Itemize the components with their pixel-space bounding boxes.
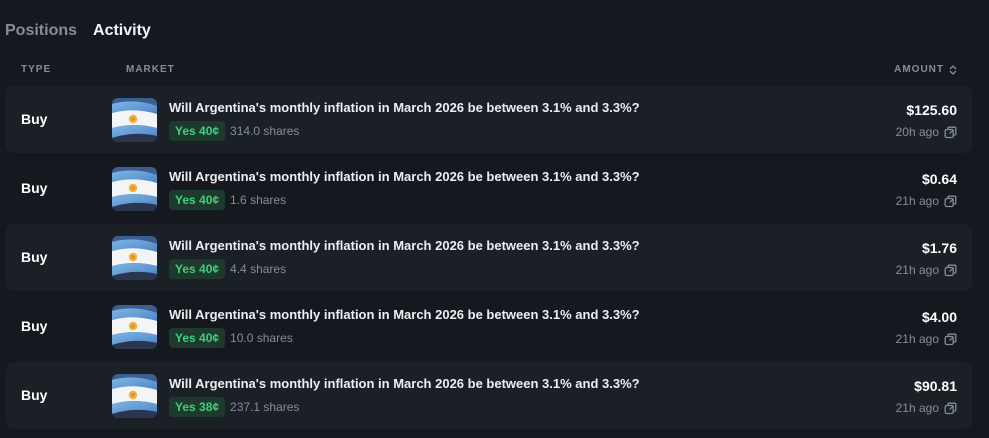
external-link-icon[interactable] (944, 126, 957, 139)
column-header-amount[interactable]: AMOUNT (894, 64, 958, 75)
argentina-flag-icon[interactable] (112, 167, 157, 211)
table-row[interactable]: Buy Will Argentina's monthly inflation i… (6, 155, 972, 222)
shares-count: 237.1 shares (230, 400, 300, 414)
row-type: Buy (21, 387, 48, 403)
shares-count: 4.4 shares (230, 262, 287, 276)
row-time: 21h ago (896, 263, 957, 277)
market-title[interactable]: Will Argentina's monthly inflation in Ma… (169, 169, 640, 184)
tab-bar: Positions Activity (5, 22, 151, 40)
row-meta: Yes 40¢ 4.4 shares (169, 259, 286, 279)
market-title[interactable]: Will Argentina's monthly inflation in Ma… (169, 376, 640, 391)
tab-activity[interactable]: Activity (93, 22, 151, 40)
timestamp: 21h ago (895, 401, 939, 415)
shares-count: 314.0 shares (230, 124, 300, 138)
row-meta: Yes 40¢ 1.6 shares (169, 190, 286, 210)
external-link-icon[interactable] (944, 333, 957, 346)
row-meta: Yes 40¢ 10.0 shares (169, 328, 293, 348)
row-time: 21h ago (896, 401, 957, 415)
row-type: Buy (21, 111, 48, 127)
timestamp: 21h ago (895, 332, 939, 346)
amount-value: $125.60 (906, 102, 957, 118)
argentina-flag-icon[interactable] (112, 374, 157, 418)
outcome-badge: Yes 40¢ (169, 121, 226, 141)
outcome-badge: Yes 38¢ (169, 397, 226, 417)
timestamp: 21h ago (895, 263, 939, 277)
market-title[interactable]: Will Argentina's monthly inflation in Ma… (169, 238, 640, 253)
amount-value: $90.81 (914, 378, 957, 394)
table-row[interactable]: Buy Will Argentina's monthly inflation i… (6, 362, 972, 429)
timestamp: 20h ago (895, 125, 939, 139)
timestamp: 21h ago (895, 194, 939, 208)
column-header-amount-label: AMOUNT (894, 64, 944, 75)
row-time: 21h ago (896, 332, 957, 346)
argentina-flag-icon[interactable] (112, 305, 157, 349)
table-header: TYPE MARKET AMOUNT (0, 64, 975, 78)
outcome-badge: Yes 40¢ (169, 328, 226, 348)
argentina-flag-icon[interactable] (112, 98, 157, 142)
row-type: Buy (21, 180, 48, 196)
amount-value: $4.00 (921, 309, 957, 325)
column-header-type: TYPE (21, 64, 52, 75)
row-time: 21h ago (896, 194, 957, 208)
market-title[interactable]: Will Argentina's monthly inflation in Ma… (169, 307, 640, 322)
activity-list: Buy Will Argentina's monthly inflation i… (6, 86, 972, 431)
table-row[interactable]: Buy Will Argentina's monthly inflation i… (6, 224, 972, 291)
outcome-badge: Yes 40¢ (169, 259, 226, 279)
external-link-icon[interactable] (944, 195, 957, 208)
column-header-market: MARKET (126, 64, 175, 75)
outcome-badge: Yes 40¢ (169, 190, 226, 210)
row-meta: Yes 38¢ 237.1 shares (169, 397, 299, 417)
row-meta: Yes 40¢ 314.0 shares (169, 121, 299, 141)
table-row[interactable]: Buy Will Argentina's monthly inflation i… (6, 293, 972, 360)
shares-count: 1.6 shares (230, 193, 287, 207)
external-link-icon[interactable] (944, 264, 957, 277)
shares-count: 10.0 shares (230, 331, 293, 345)
sort-icon (949, 64, 957, 75)
tab-positions[interactable]: Positions (5, 22, 77, 40)
argentina-flag-icon[interactable] (112, 236, 157, 280)
amount-value: $1.76 (921, 240, 957, 256)
row-type: Buy (21, 318, 48, 334)
external-link-icon[interactable] (944, 402, 957, 415)
row-type: Buy (21, 249, 48, 265)
market-title[interactable]: Will Argentina's monthly inflation in Ma… (169, 100, 640, 115)
table-row[interactable]: Buy Will Argentina's monthly inflation i… (6, 86, 972, 153)
row-time: 20h ago (896, 125, 957, 139)
amount-value: $0.64 (921, 171, 957, 187)
